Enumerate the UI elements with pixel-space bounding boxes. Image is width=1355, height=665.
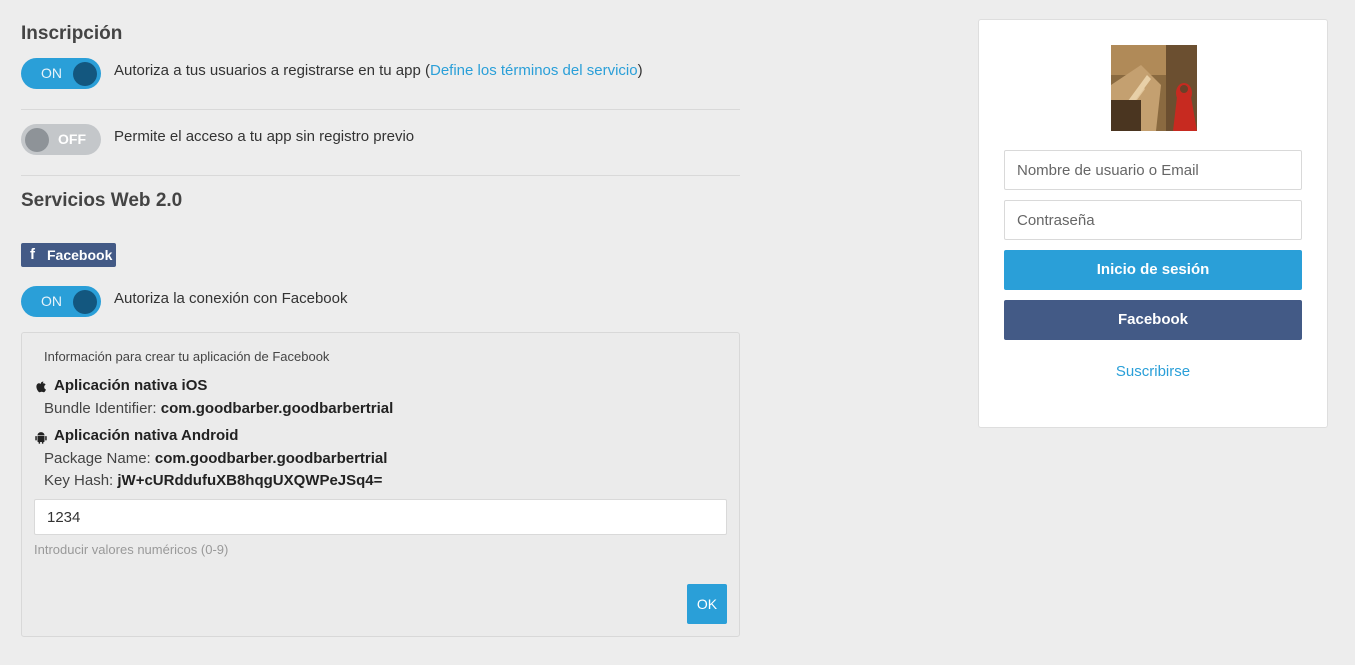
facebook-connect-description: Autoriza la conexión con Facebook (114, 290, 348, 307)
keyhash-label: Key Hash: (44, 472, 118, 489)
username-field[interactable] (1004, 150, 1302, 190)
apple-icon (36, 381, 46, 393)
avatar-image (1111, 45, 1197, 131)
facebook-icon: f (30, 246, 35, 263)
package-value: com.goodbarber.goodbarbertrial (154, 450, 388, 467)
guest-access-toggle[interactable]: OFF (21, 124, 101, 155)
input-hint: Introducir valores numéricos (0-9) (34, 542, 229, 557)
divider (21, 109, 740, 110)
android-icon (35, 432, 47, 444)
key-hash: Key Hash: jW+cURddufuXB8hqgUXQWPeJSq4= (44, 472, 382, 489)
bundle-identifier: Bundle Identifier: com.goodbarber.goodba… (44, 400, 393, 417)
login-preview-card: Inicio de sesión Facebook Suscribirse (978, 19, 1328, 428)
ios-heading: Aplicación nativa iOS (54, 377, 208, 394)
login-button[interactable]: Inicio de sesión (1004, 250, 1302, 290)
android-heading: Aplicación nativa Android (54, 427, 239, 444)
divider (21, 175, 740, 176)
keyhash-value: jW+cURddufuXB8hqgUXQWPeJSq4= (117, 472, 383, 489)
signup-text: Autoriza a tus usuarios a registrarse en… (114, 62, 430, 79)
ok-button[interactable]: OK (687, 584, 727, 624)
guest-toggle-label: OFF (58, 131, 86, 147)
guest-access-description: Permite el acceso a tu app sin registro … (114, 128, 415, 145)
facebook-connect-toggle[interactable]: ON (21, 286, 101, 317)
bundle-value: com.goodbarber.goodbarbertrial (160, 400, 394, 417)
facebook-badge: f Facebook (21, 243, 116, 267)
signup-description: Autoriza a tus usuarios a registrarse en… (114, 62, 643, 79)
signup-toggle-label: ON (41, 65, 62, 81)
bundle-label: Bundle Identifier: (44, 400, 161, 417)
signup-toggle[interactable]: ON (21, 58, 101, 89)
facebook-login-button[interactable]: Facebook (1004, 300, 1302, 340)
subscribe-link[interactable]: Suscribirse (979, 363, 1327, 380)
app-avatar (1111, 45, 1197, 131)
package-name: Package Name: com.goodbarber.goodbarbert… (44, 450, 387, 467)
toggle-knob (25, 128, 49, 152)
registration-title: Inscripción (21, 23, 123, 44)
toggle-knob (73, 290, 97, 314)
facebook-badge-label: Facebook (47, 247, 113, 263)
signup-text-end: ) (637, 62, 643, 79)
facebook-app-info: Información para crear tu aplicación de … (44, 349, 330, 364)
facebook-app-id-input[interactable] (34, 499, 727, 535)
password-field[interactable] (1004, 200, 1302, 240)
web-services-title: Servicios Web 2.0 (21, 190, 183, 211)
terms-of-service-link[interactable]: Define los términos del servicio (430, 62, 638, 79)
facebook-app-info-panel: Información para crear tu aplicación de … (21, 332, 740, 637)
facebook-toggle-label: ON (41, 293, 62, 309)
toggle-knob (73, 62, 97, 86)
package-label: Package Name: (44, 450, 155, 467)
